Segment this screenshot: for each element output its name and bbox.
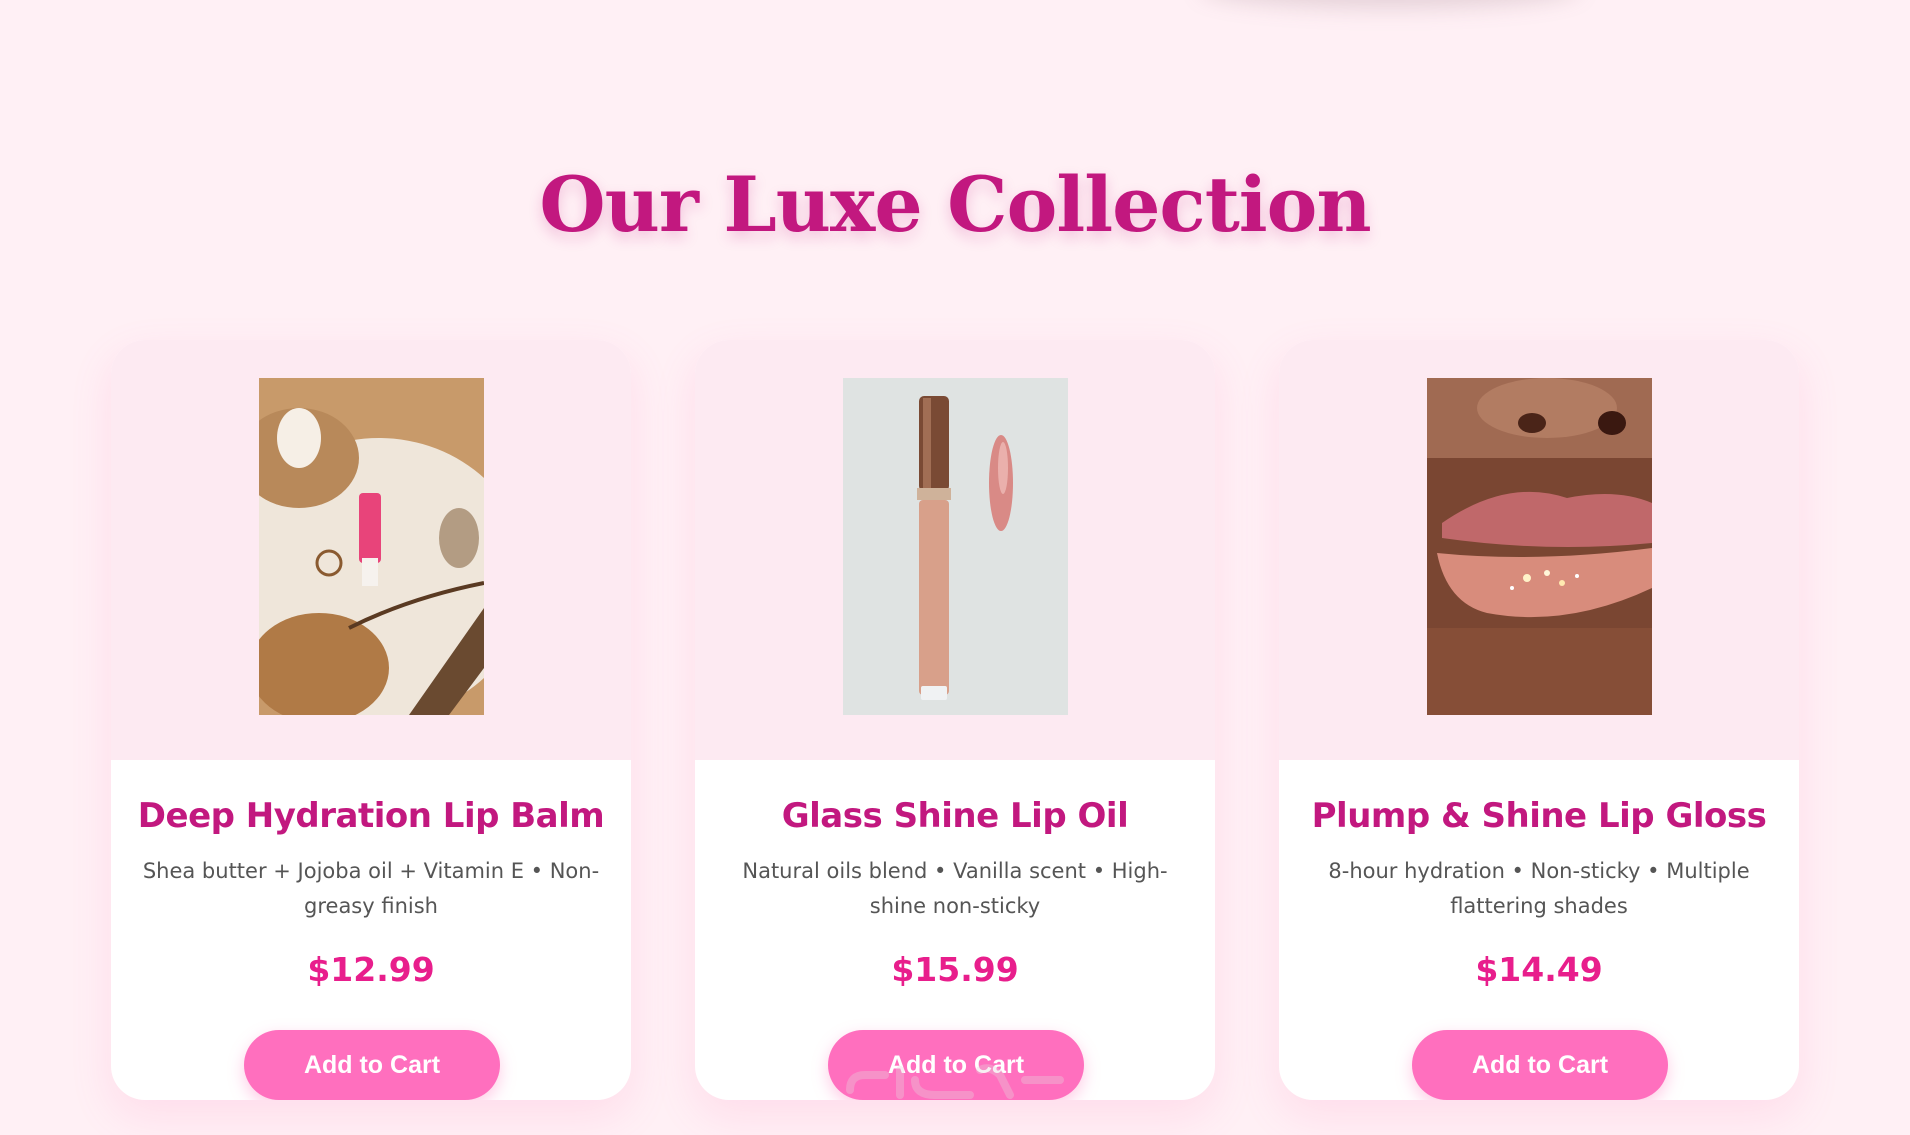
lip-gloss-illustration <box>1427 378 1652 715</box>
product-card-lip-oil: Glass Shine Lip Oil Natural oils blend •… <box>695 340 1215 1100</box>
add-to-cart-button[interactable]: Add to Cart <box>244 1030 500 1100</box>
product-description: Natural oils blend • Vanilla scent • Hig… <box>742 859 1168 918</box>
watermark-logo <box>846 1064 1064 1099</box>
product-image-area <box>1279 340 1799 760</box>
product-card-lip-balm: Deep Hydration Lip Balm Shea butter + Jo… <box>111 340 631 1100</box>
product-price: $14.49 <box>1475 950 1603 989</box>
product-price: $15.99 <box>891 950 1019 989</box>
lip-gloss-photo <box>1427 378 1652 715</box>
product-image-area <box>695 340 1215 760</box>
product-description: Shea butter + Jojoba oil + Vitamin E • N… <box>142 859 600 918</box>
product-card-lip-gloss: Plump & Shine Lip Gloss 8-hour hydration… <box>1279 340 1799 1100</box>
product-name: Deep Hydration Lip Balm <box>137 796 605 836</box>
product-image-area <box>111 340 631 760</box>
product-description: 8-hour hydration • Non-sticky • Multiple… <box>1328 859 1750 918</box>
lip-oil-photo <box>843 378 1068 715</box>
section-title: Our Luxe Collection <box>539 160 1371 249</box>
product-price: $12.99 <box>307 950 435 989</box>
product-name: Plump & Shine Lip Gloss <box>1311 796 1767 836</box>
lip-balm-illustration <box>259 378 484 715</box>
add-to-cart-button[interactable]: Add to Cart <box>1412 1030 1668 1100</box>
product-grid: Deep Hydration Lip Balm Shea butter + Jo… <box>111 340 1799 1100</box>
product-name: Glass Shine Lip Oil <box>781 796 1129 836</box>
lip-oil-illustration <box>843 378 1068 715</box>
lip-balm-photo <box>259 378 484 715</box>
